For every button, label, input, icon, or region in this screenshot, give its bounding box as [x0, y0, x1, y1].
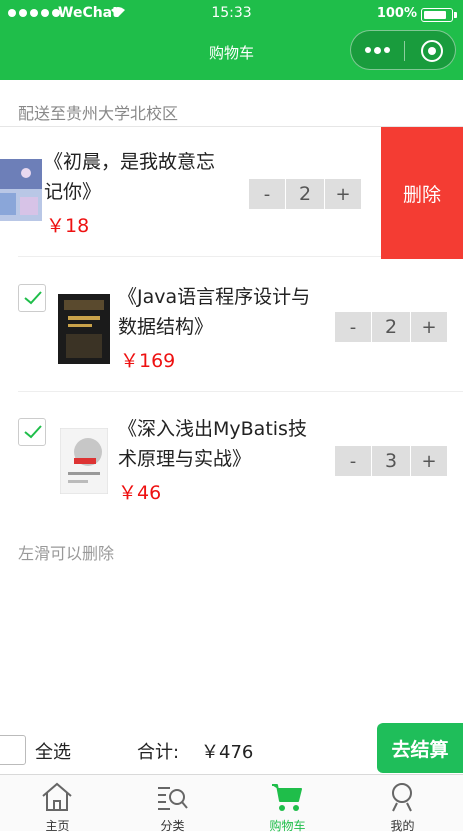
quantity-stepper: - 3 + — [335, 446, 447, 476]
check-icon — [24, 291, 42, 305]
item-price: ￥169 — [120, 350, 176, 372]
checkout-button[interactable]: 去结算 — [377, 723, 463, 773]
cart-item[interactable]: 《深入浅出MyBatis技 术原理与实战》 ￥46 - 3 + — [0, 396, 463, 526]
battery-icon — [421, 8, 457, 22]
quantity-value[interactable]: 2 — [285, 179, 325, 209]
battery-percent: 100% — [376, 6, 417, 21]
item-title-line1: 《Java语言程序设计与 — [118, 286, 311, 308]
quantity-stepper: - 2 + — [335, 312, 447, 342]
total-label: 合计: — [137, 742, 180, 763]
tab-label: 购物车 — [269, 819, 306, 833]
quantity-value[interactable]: 3 — [371, 446, 411, 476]
capsule-divider — [404, 41, 405, 61]
tab-category[interactable]: 分类 — [115, 775, 230, 833]
tab-cart[interactable]: 购物车 — [230, 775, 345, 833]
quantity-value[interactable]: 2 — [371, 312, 411, 342]
home-icon — [42, 782, 72, 811]
mini-program-capsule — [350, 30, 456, 70]
status-bar: WeChat 15:33 100% — [0, 0, 463, 28]
more-icon[interactable] — [365, 46, 390, 54]
book-cover-image — [60, 428, 108, 494]
cart-item[interactable]: 《Java语言程序设计与 数据结构》 ￥169 - 2 + — [0, 262, 463, 392]
tab-label: 我的 — [390, 819, 415, 833]
cart-icon — [272, 784, 302, 811]
tab-profile[interactable]: 我的 — [345, 775, 460, 833]
swipe-hint: 左滑可以删除 — [18, 544, 115, 563]
close-icon[interactable] — [421, 40, 443, 62]
item-title-line2: 记你》 — [44, 181, 102, 203]
select-all-label[interactable]: 全选 — [35, 738, 71, 764]
item-title-line1: 《深入浅出MyBatis技 — [118, 418, 307, 440]
select-all-checkbox[interactable] — [0, 735, 26, 765]
delivery-address[interactable]: 配送至贵州大学北校区 — [18, 100, 178, 124]
decrease-button[interactable]: - — [249, 179, 285, 209]
book-cover-image — [0, 159, 42, 221]
increase-button[interactable]: + — [411, 446, 447, 476]
profile-icon — [392, 783, 412, 812]
item-price: ￥18 — [46, 215, 90, 237]
book-cover-image — [58, 294, 110, 364]
check-icon — [24, 425, 42, 439]
decrease-button[interactable]: - — [335, 312, 371, 342]
item-title-line2: 术原理与实战》 — [118, 448, 252, 470]
checkout-bar: 全选 合计: ￥476 去结算 — [0, 720, 463, 774]
delete-button[interactable]: 删除 — [381, 127, 463, 259]
total-value: ￥476 — [201, 742, 254, 763]
increase-button[interactable]: + — [325, 179, 361, 209]
tab-bar: 主页 分类 购物车 我的 — [0, 774, 463, 833]
item-checkbox[interactable] — [18, 418, 46, 446]
increase-button[interactable]: + — [411, 312, 447, 342]
divider — [18, 391, 463, 392]
decrease-button[interactable]: - — [335, 446, 371, 476]
tab-label: 主页 — [45, 819, 70, 833]
item-title-line2: 数据结构》 — [118, 316, 214, 338]
tab-home[interactable]: 主页 — [0, 775, 115, 833]
item-title-line1: 《初晨，是我故意忘 — [44, 151, 216, 173]
item-checkbox[interactable] — [18, 284, 46, 312]
quantity-stepper: - 2 + — [249, 179, 361, 209]
top-bar: WeChat 15:33 100% 购物车 — [0, 0, 463, 80]
item-price: ￥46 — [118, 482, 162, 504]
category-search-icon — [158, 787, 188, 810]
tab-label: 分类 — [160, 819, 185, 833]
